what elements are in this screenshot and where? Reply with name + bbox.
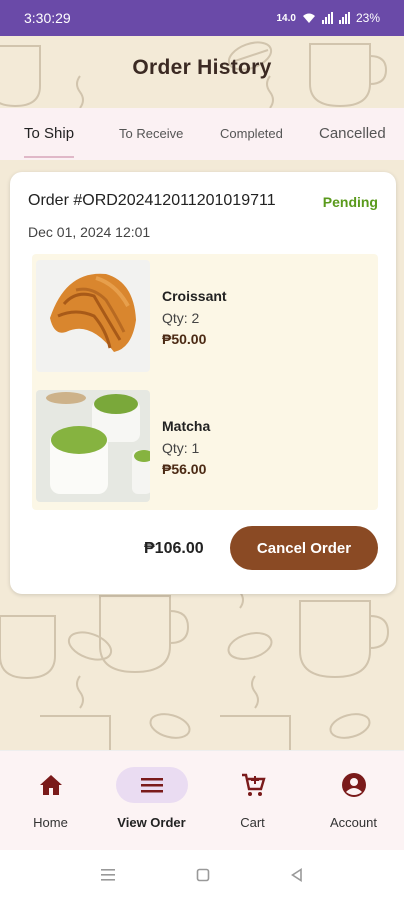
battery-level: 23% [355,11,380,25]
home-icon [39,775,62,795]
bottom-navigation: Home View Order Cart Account [0,750,404,850]
list-item: Matcha Qty: 1 ₱56.00 [36,384,376,502]
nav-item-cart[interactable]: Cart [202,751,303,851]
order-date: Dec 01, 2024 12:01 [28,224,151,240]
order-id: Order #ORD202412011201019711 [28,192,276,209]
network-speed: 14.0 [276,12,296,24]
cart-icon [241,773,266,796]
status-indicators: 14.0 23% [277,11,381,25]
account-icon [341,773,366,797]
item-price: ₱56.00 [162,461,207,477]
tab-to-receive[interactable]: To Receive [119,126,183,141]
list-item: Croissant Qty: 2 ₱50.00 [36,254,376,372]
tab-cancelled[interactable]: Cancelled [319,125,386,142]
page-title: Order History [132,56,272,79]
status-badge: Pending [322,194,378,210]
order-total: ₱106.00 [144,540,204,557]
nav-label-account: Account [330,815,377,830]
item-name: Matcha [162,418,211,434]
item-qty: Qty: 2 [162,310,200,326]
status-bar: 3:30:29 14.0 23% [0,0,404,36]
nav-label-cart: Cart [240,815,265,830]
back-icon[interactable] [290,868,304,882]
system-navigation-bar [0,850,404,900]
croissant-photo [36,260,150,372]
order-card: Order #ORD202412011201019711 Pending Dec… [10,172,396,594]
item-name: Croissant [162,288,227,304]
cancel-order-button[interactable]: Cancel Order [230,526,378,570]
nav-item-view-order[interactable]: View Order [101,751,202,851]
signal-icon-2 [338,12,350,24]
tab-to-ship[interactable]: To Ship [24,125,75,158]
order-items-list: Croissant Qty: 2 ₱50.00 Matcha Qty: 1 ₱5 [32,254,378,510]
signal-icon [321,12,333,24]
matcha-photo [36,390,150,502]
order-status-tabs: To Ship To Receive Completed Cancelled [0,108,404,160]
nav-item-home[interactable]: Home [0,751,101,851]
nav-item-account[interactable]: Account [303,751,404,851]
nav-label-view-order: View Order [117,815,186,830]
item-price: ₱50.00 [162,331,207,347]
menu-icon [140,778,163,793]
tab-completed[interactable]: Completed [220,126,283,141]
wifi-icon [302,13,315,23]
status-time: 3:30:29 [24,10,71,26]
recent-apps-icon[interactable] [100,868,116,882]
home-button-icon[interactable] [196,868,210,882]
item-qty: Qty: 1 [162,440,200,456]
nav-label-home: Home [33,815,68,830]
